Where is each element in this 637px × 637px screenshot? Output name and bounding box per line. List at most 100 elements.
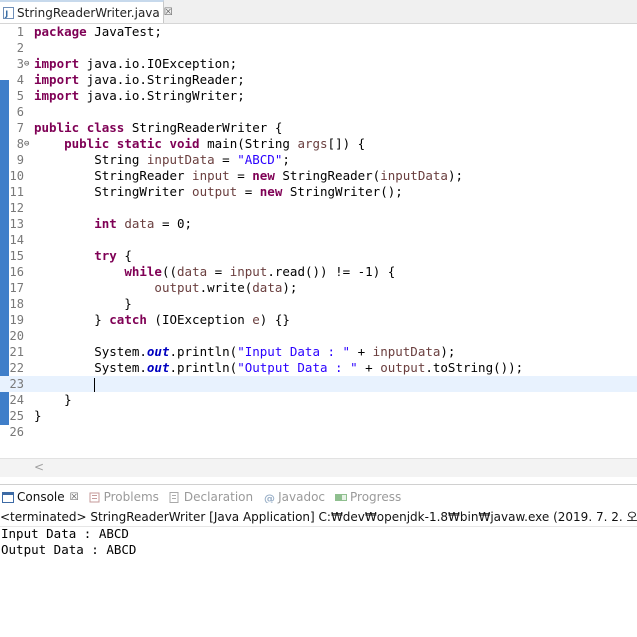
- code-text: public class StringReaderWriter {: [34, 120, 282, 136]
- line-number: 17: [9, 281, 24, 295]
- code-line[interactable]: 26: [0, 424, 637, 440]
- code-line[interactable]: 22 System.out.println("Output Data : " +…: [0, 360, 637, 376]
- code-line[interactable]: 10 StringReader input = new StringReader…: [0, 168, 637, 184]
- line-number: 6: [16, 105, 24, 119]
- code-token: data: [177, 264, 208, 279]
- tab-console-label: Console: [17, 490, 65, 504]
- code-token: e: [252, 312, 260, 327]
- horizontal-scrollbar[interactable]: <: [0, 458, 637, 477]
- line-number: 16: [9, 265, 24, 279]
- code-text: [34, 376, 96, 392]
- code-token: int: [94, 216, 117, 231]
- code-text: import java.io.IOException;: [34, 56, 237, 72]
- fold-toggle-icon[interactable]: ⊖: [24, 136, 29, 152]
- line-number: 12: [9, 201, 24, 215]
- code-line[interactable]: 2: [0, 40, 637, 56]
- code-line[interactable]: 4 import java.io.StringReader;: [0, 72, 637, 88]
- tab-progress-label: Progress: [350, 490, 402, 504]
- tab-console[interactable]: Console ☒: [0, 490, 79, 504]
- code-text: while((data = input.read()) != -1) {: [34, 264, 395, 280]
- scroll-left-icon[interactable]: <: [34, 460, 44, 474]
- code-line[interactable]: 6: [0, 104, 637, 120]
- code-line[interactable]: 7 public class StringReaderWriter {: [0, 120, 637, 136]
- code-line[interactable]: 14: [0, 232, 637, 248]
- code-token: .println(: [169, 360, 238, 375]
- code-line[interactable]: 16 while((data = input.read()) != -1) {: [0, 264, 637, 280]
- code-editor[interactable]: 1 package JavaTest; 2 3 ⊖ import java.io.IOEx…: [0, 24, 637, 462]
- tab-javadoc[interactable]: @ Javadoc: [261, 490, 325, 505]
- code-token: ((: [161, 264, 178, 279]
- code-line[interactable]: 19 } catch (IOException e) {}: [0, 312, 637, 328]
- code-token: package: [34, 24, 87, 39]
- code-token: java.io.IOException;: [79, 56, 238, 71]
- code-token: );: [440, 344, 456, 359]
- tab-problems[interactable]: Problems: [87, 490, 159, 504]
- code-text: int data = 0;: [34, 216, 192, 232]
- code-token: class: [86, 120, 125, 135]
- code-line[interactable]: 24 }: [0, 392, 637, 408]
- code-line[interactable]: 11 StringWriter output = new StringWrite…: [0, 184, 637, 200]
- code-line[interactable]: 15 try {: [0, 248, 637, 264]
- code-line[interactable]: 25}: [0, 408, 637, 424]
- code-token: while: [124, 264, 162, 279]
- line-number: 20: [9, 329, 24, 343]
- code-token: input: [229, 264, 268, 279]
- code-line[interactable]: 17 output.write(data);: [0, 280, 637, 296]
- fold-toggle-icon[interactable]: ⊖: [24, 56, 29, 72]
- code-token: data: [124, 216, 155, 231]
- code-text: package JavaTest;: [34, 24, 162, 40]
- editor-tab[interactable]: J StringReaderWriter.java ☒: [0, 0, 173, 23]
- code-text: import java.io.StringWriter;: [34, 88, 245, 104]
- code-token: }: [34, 392, 72, 407]
- progress-icon: [335, 492, 348, 503]
- code-token: String: [34, 152, 147, 167]
- code-token: System.: [34, 360, 147, 375]
- tab-declaration[interactable]: Declaration: [167, 490, 253, 504]
- close-console-icon[interactable]: ☒: [70, 492, 79, 503]
- line-number: 7: [16, 121, 24, 135]
- code-token: public: [34, 120, 80, 135]
- tab-progress[interactable]: Progress: [333, 490, 401, 504]
- code-token: StringReaderWriter {: [124, 120, 283, 135]
- code-line[interactable]: 8 ⊖ public static void main(String args[]…: [0, 136, 637, 152]
- line-number: 10: [9, 169, 24, 183]
- code-token: inputData: [146, 152, 215, 167]
- code-token: import: [34, 88, 80, 103]
- close-tab-icon[interactable]: ☒: [164, 7, 173, 18]
- code-line[interactable]: 3 ⊖ import java.io.IOException;: [0, 56, 637, 72]
- line-number: 14: [9, 233, 24, 247]
- code-line[interactable]: 20: [0, 328, 637, 344]
- code-line[interactable]: 21 System.out.println("Input Data : " + …: [0, 344, 637, 360]
- code-line[interactable]: 5 import java.io.StringWriter;: [0, 88, 637, 104]
- code-line[interactable]: 18 }: [0, 296, 637, 312]
- code-text: System.out.println("Output Data : " + ou…: [34, 360, 523, 376]
- code-token: inputData: [372, 344, 441, 359]
- code-line[interactable]: 1 package JavaTest;: [0, 24, 637, 40]
- code-token: .println(: [169, 344, 238, 359]
- code-text: public static void main(String args[]) {: [34, 136, 365, 152]
- code-token: =: [207, 264, 230, 279]
- line-number: 2: [16, 41, 24, 55]
- code-text: }: [34, 392, 72, 408]
- bottom-view-tabs: Console ☒ Problems Declaration @ Javadoc…: [0, 484, 637, 509]
- line-number: 15: [9, 249, 24, 263]
- code-line[interactable]: 12: [0, 200, 637, 216]
- editor-tab-title: StringReaderWriter.java: [17, 5, 160, 20]
- java-file-icon: J: [3, 6, 14, 19]
- code-token: input: [192, 168, 230, 183]
- code-token: .read()) != -1) {: [267, 264, 396, 279]
- text-caret: [94, 377, 96, 392]
- code-token: "Input Data : ": [237, 344, 351, 359]
- code-token: public: [64, 136, 110, 151]
- code-token: }: [34, 408, 42, 423]
- code-token: "Output Data : ": [237, 360, 358, 375]
- code-line[interactable]: 9 String inputData = "ABCD";: [0, 152, 637, 168]
- line-number: 23: [9, 377, 24, 391]
- console-icon: [2, 491, 14, 503]
- code-line[interactable]: 13 int data = 0;: [0, 216, 637, 232]
- code-text: }: [34, 408, 42, 424]
- code-text: output.write(data);: [34, 280, 297, 296]
- code-line-current[interactable]: 23: [0, 376, 637, 392]
- line-number: 13: [9, 217, 24, 231]
